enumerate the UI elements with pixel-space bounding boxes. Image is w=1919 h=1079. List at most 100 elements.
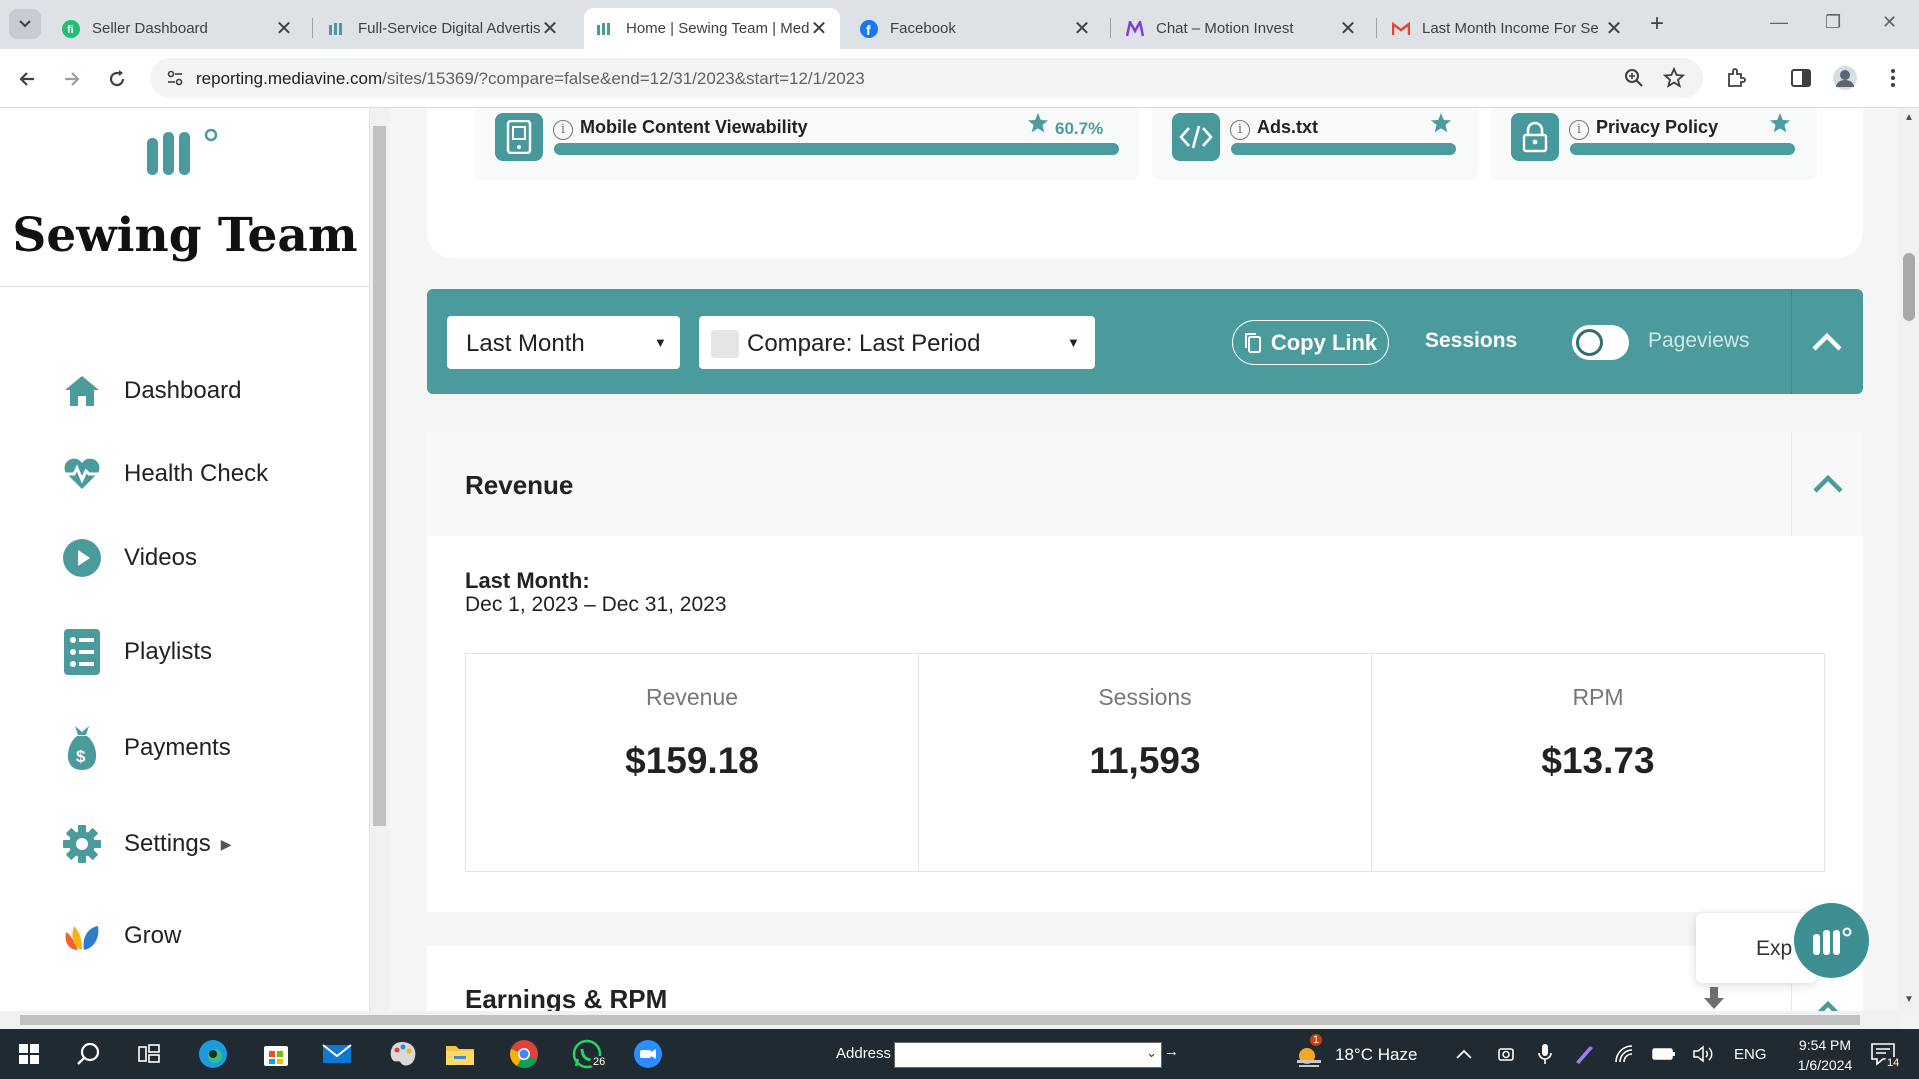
edge-browser-icon[interactable]: [196, 1037, 230, 1071]
health-check-item[interactable]: i Privacy Policy: [1491, 108, 1817, 180]
microsoft-store-icon[interactable]: [259, 1037, 293, 1071]
close-icon[interactable]: ✕: [810, 16, 828, 41]
sidebar-item-grow[interactable]: Grow: [62, 912, 181, 960]
profile-avatar[interactable]: [1830, 63, 1860, 93]
sidebar-item-playlists[interactable]: Playlists: [62, 628, 212, 676]
side-panel-icon[interactable]: [1786, 63, 1816, 93]
mediavine-logo[interactable]: [145, 126, 220, 183]
stat-sessions: Sessions 11,593: [919, 654, 1372, 871]
stat-value: $159.18: [625, 740, 759, 781]
tab-title: Last Month Income For Se: [1422, 20, 1599, 37]
address-bar[interactable]: reporting.mediavine.com/sites/15369/?com…: [150, 58, 1703, 98]
paint-icon[interactable]: [385, 1037, 419, 1071]
close-icon[interactable]: ✕: [1605, 16, 1623, 41]
svg-text:$: $: [76, 747, 86, 766]
zoom-icon[interactable]: [1623, 67, 1645, 94]
wifi-icon[interactable]: [1608, 1037, 1642, 1071]
info-icon[interactable]: i: [1230, 120, 1250, 140]
revenue-title: Revenue: [465, 470, 574, 500]
info-icon[interactable]: i: [553, 120, 573, 140]
tab-title: Home | Sewing Team | Med: [626, 20, 810, 37]
money-bag-icon: $: [62, 726, 102, 770]
tab-title: Full-Service Digital Advertis: [358, 20, 541, 37]
copy-link-button[interactable]: Copy Link: [1232, 320, 1389, 365]
back-button[interactable]: [11, 63, 43, 95]
tab-motion-invest[interactable]: Chat – Motion Invest ✕: [1114, 8, 1369, 49]
period-select-value: Last Month: [466, 330, 585, 357]
sidebar-item-videos[interactable]: Videos: [62, 534, 197, 582]
health-check-item[interactable]: i Ads.txt: [1152, 108, 1478, 180]
download-icon[interactable]: [1702, 986, 1726, 1011]
clock[interactable]: 9:54 PM 1/6/2024: [1780, 1035, 1870, 1075]
page-scrollbar[interactable]: ▲ ▼: [1899, 108, 1919, 1011]
compare-checkbox[interactable]: [711, 330, 739, 358]
tab-facebook[interactable]: f Facebook ✕: [848, 8, 1103, 49]
camera-icon[interactable]: [1489, 1037, 1523, 1071]
close-icon[interactable]: ✕: [1073, 16, 1091, 41]
horizontal-scrollbar[interactable]: [0, 1011, 1899, 1029]
close-icon[interactable]: ✕: [1339, 16, 1357, 41]
health-check-label: Mobile Content Viewability: [580, 117, 808, 137]
revenue-header[interactable]: Revenue: [427, 432, 1863, 536]
task-view-icon[interactable]: [132, 1037, 166, 1071]
language-indicator[interactable]: ENG: [1734, 1046, 1767, 1063]
health-check-card: i Mobile Content Viewability 60.7% i Ads…: [427, 108, 1863, 258]
volume-icon[interactable]: [1686, 1037, 1720, 1071]
explore-button[interactable]: [1794, 903, 1869, 978]
tab-title: Seller Dashboard: [92, 20, 208, 37]
file-explorer-icon[interactable]: [443, 1037, 477, 1071]
bookmark-star-icon[interactable]: [1662, 66, 1686, 94]
sessions-pageviews-toggle[interactable]: [1572, 325, 1629, 360]
sidebar-item-settings[interactable]: Settings ▶: [62, 820, 232, 868]
sidebar-item-dashboard[interactable]: Dashboard: [62, 367, 241, 415]
sidebar-item-label: Settings: [124, 830, 211, 857]
browser-menu-icon[interactable]: [1878, 63, 1908, 93]
restore-button[interactable]: ❐: [1825, 12, 1841, 33]
compare-select[interactable]: Compare: Last Period ▼: [699, 316, 1095, 369]
forward-button[interactable]: [56, 63, 88, 95]
windows-start-icon[interactable]: [12, 1037, 46, 1071]
site-info-icon[interactable]: [166, 69, 184, 92]
sidebar-item-payments[interactable]: $ Payments: [62, 724, 231, 772]
tab-mediavine-ads[interactable]: Full-Service Digital Advertis ✕: [316, 8, 571, 49]
health-check-item[interactable]: i Mobile Content Viewability 60.7%: [475, 108, 1139, 180]
scrollbar-thumb[interactable]: [373, 126, 386, 826]
tab-sewing-team[interactable]: Home | Sewing Team | Med ✕: [584, 8, 840, 49]
mail-icon[interactable]: [320, 1037, 354, 1071]
address-toolbar-input[interactable]: ⌄: [894, 1042, 1162, 1068]
chevron-up-icon: [1812, 474, 1843, 493]
battery-icon[interactable]: [1647, 1037, 1681, 1071]
scrollbar-thumb[interactable]: [20, 1015, 1860, 1025]
extensions-icon[interactable]: [1721, 63, 1751, 93]
sidebar-scrollbar[interactable]: [370, 108, 389, 1011]
window-close-button[interactable]: ✕: [1882, 12, 1897, 33]
close-icon[interactable]: ✕: [275, 16, 293, 41]
collapse-filter-button[interactable]: [1791, 289, 1863, 394]
info-icon[interactable]: i: [1569, 120, 1589, 140]
chevron-down-icon[interactable]: ⌄: [1146, 1045, 1157, 1061]
url-text[interactable]: reporting.mediavine.com/sites/15369/?com…: [196, 69, 865, 89]
pen-icon[interactable]: [1567, 1037, 1601, 1071]
chrome-icon[interactable]: [507, 1037, 541, 1071]
period-select[interactable]: Last Month ▼: [447, 316, 680, 369]
sidebar-item-health-check[interactable]: Health Check: [62, 450, 268, 498]
reload-button[interactable]: [101, 63, 133, 95]
close-icon[interactable]: ✕: [541, 16, 559, 41]
tab-search-button[interactable]: [9, 9, 41, 39]
minimize-button[interactable]: —: [1770, 12, 1788, 33]
chevron-up-icon[interactable]: [1447, 1037, 1481, 1071]
tab-seller-dashboard[interactable]: fi Seller Dashboard ✕: [50, 8, 305, 49]
microphone-icon[interactable]: [1528, 1037, 1562, 1071]
windows-taskbar: 26 Address ⌄ → 1 18°C Haze ENG 9:54 PM 1…: [0, 1029, 1919, 1079]
new-tab-button[interactable]: +: [1650, 10, 1664, 38]
motion-invest-icon: [1126, 20, 1144, 38]
go-arrow-icon[interactable]: →: [1164, 1043, 1182, 1067]
report-filter-bar: Last Month ▼ Compare: Last Period ▼ Copy…: [427, 289, 1863, 394]
scrollbar-thumb[interactable]: [1903, 253, 1915, 321]
tab-gmail[interactable]: Last Month Income For Se ✕: [1380, 8, 1635, 49]
sidebar-item-label: Dashboard: [124, 377, 242, 404]
arrow-right-icon: [65, 72, 80, 86]
zoom-app-icon[interactable]: [631, 1037, 665, 1071]
search-icon[interactable]: [72, 1037, 106, 1071]
collapse-revenue-button[interactable]: [1791, 432, 1863, 536]
